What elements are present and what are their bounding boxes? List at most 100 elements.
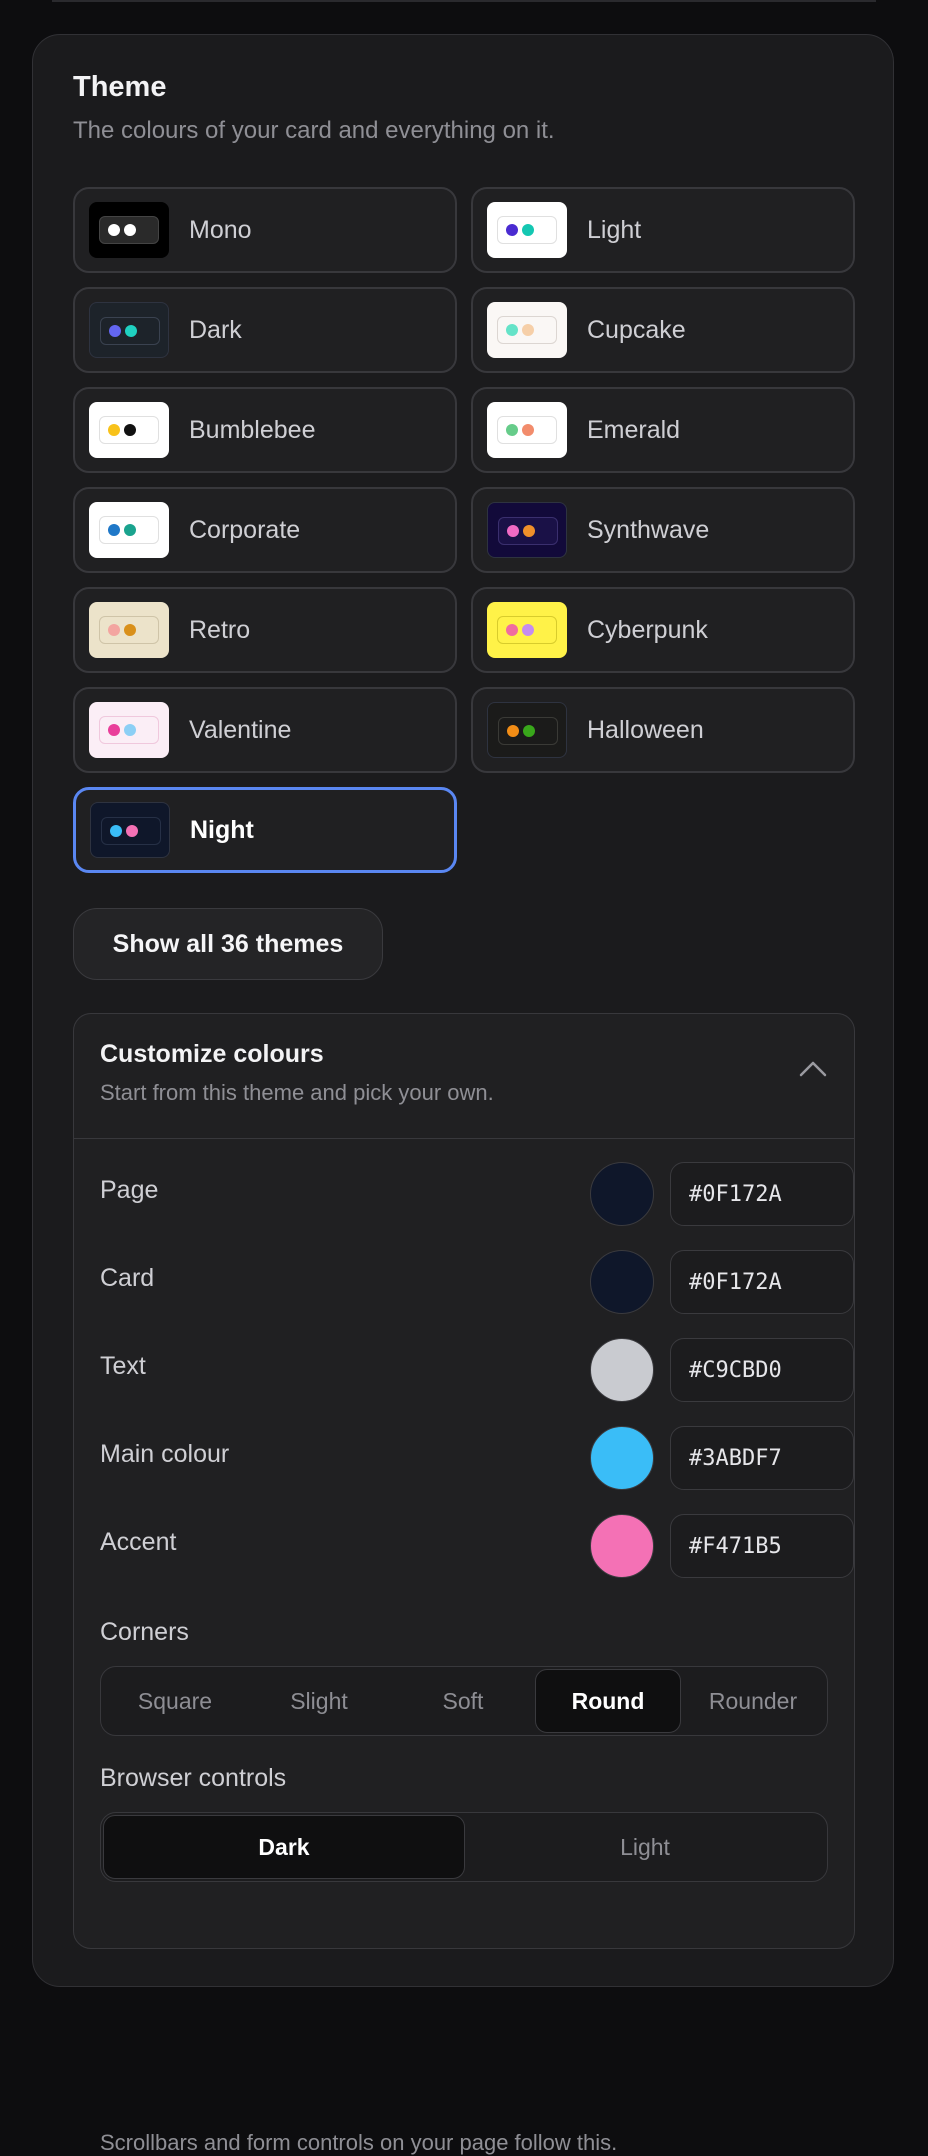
theme-preview-frame — [99, 716, 159, 744]
theme-option-cupcake[interactable]: Cupcake — [471, 287, 855, 373]
secondary-colour-dot — [522, 324, 534, 336]
theme-option-emerald[interactable]: Emerald — [471, 387, 855, 473]
corners-option-round[interactable]: Round — [535, 1669, 681, 1733]
theme-preview-swatch — [89, 502, 169, 558]
chevron-up-icon[interactable] — [798, 1058, 828, 1078]
theme-option-corporate[interactable]: Corporate — [73, 487, 457, 573]
primary-colour-dot — [108, 724, 120, 736]
page-colour-picker[interactable] — [590, 1162, 654, 1226]
theme-preview-swatch — [89, 702, 169, 758]
theme-option-label: Cupcake — [587, 315, 686, 344]
colour-row-accent: Accent #F471B5 — [100, 1514, 854, 1578]
secondary-colour-dot — [124, 524, 136, 536]
browser-controls-option-light[interactable]: Light — [465, 1815, 825, 1879]
theme-preview-frame — [497, 216, 557, 244]
primary-colour-dot — [506, 224, 518, 236]
theme-option-label: Light — [587, 215, 642, 244]
theme-option-bumblebee[interactable]: Bumblebee — [73, 387, 457, 473]
accent-hex-input[interactable]: #F471B5 — [670, 1514, 854, 1578]
corners-option-soft[interactable]: Soft — [391, 1669, 535, 1733]
theme-option-label: Dark — [189, 315, 242, 344]
theme-option-light[interactable]: Light — [471, 187, 855, 273]
theme-preview-frame — [99, 216, 159, 244]
secondary-colour-dot — [124, 624, 136, 636]
primary-colour-dot — [108, 624, 120, 636]
secondary-colour-dot — [522, 224, 534, 236]
colour-row-text: Text #C9CBD0 — [100, 1338, 854, 1402]
corners-option-rounder[interactable]: Rounder — [681, 1669, 825, 1733]
theme-preview-swatch — [90, 802, 170, 858]
theme-option-label: Synthwave — [587, 515, 710, 544]
browser-controls-label: Browser controls — [100, 1764, 287, 1792]
primary-colour-dot — [110, 825, 122, 837]
theme-option-label: Valentine — [189, 715, 292, 744]
theme-option-halloween[interactable]: Halloween — [471, 687, 855, 773]
corners-option-square[interactable]: Square — [103, 1669, 247, 1733]
card-hex-input[interactable]: #0F172A — [670, 1250, 854, 1314]
theme-grid: Mono Light Dark Cupcake Bumblebee Emerald Corp… — [73, 187, 855, 873]
main-colour-colour-picker[interactable] — [590, 1426, 654, 1490]
theme-title: Theme — [73, 71, 167, 103]
secondary-colour-dot — [523, 525, 535, 537]
colour-label: Page — [100, 1176, 159, 1204]
theme-subtitle: The colours of your card and everything … — [73, 117, 555, 144]
text-hex-input[interactable]: #C9CBD0 — [670, 1338, 854, 1402]
corners-selector: Square Slight Soft Round Rounder — [100, 1666, 828, 1736]
browser-controls-note: Scrollbars and form controls on your pag… — [100, 2130, 618, 2155]
secondary-colour-dot — [523, 725, 535, 737]
theme-option-label: Cyberpunk — [587, 615, 708, 644]
card-colour-picker[interactable] — [590, 1250, 654, 1314]
secondary-colour-dot — [126, 825, 138, 837]
primary-colour-dot — [108, 224, 120, 236]
theme-option-label: Mono — [189, 215, 252, 244]
theme-preview-swatch — [89, 202, 169, 258]
text-colour-picker[interactable] — [590, 1338, 654, 1402]
theme-option-label: Halloween — [587, 715, 704, 744]
theme-option-label: Corporate — [189, 515, 301, 544]
theme-panel: Theme The colours of your card and every… — [32, 34, 894, 2155]
secondary-colour-dot — [522, 624, 534, 636]
theme-option-valentine[interactable]: Valentine — [73, 687, 457, 773]
theme-option-mono[interactable]: Mono — [73, 187, 457, 273]
theme-preview-frame — [99, 416, 159, 444]
customize-title: Customize colours — [100, 1040, 324, 1068]
show-all-themes-button[interactable]: Show all 36 themes — [73, 908, 383, 980]
theme-preview-swatch — [487, 302, 567, 358]
theme-option-retro[interactable]: Retro — [73, 587, 457, 673]
colour-row-page: Page #0F172A — [100, 1162, 854, 1226]
page-hex-input[interactable]: #0F172A — [670, 1162, 854, 1226]
customize-colours-toggle[interactable]: Customize colours Start from this theme … — [74, 1014, 854, 1139]
theme-option-dark[interactable]: Dark — [73, 287, 457, 373]
corners-option-slight[interactable]: Slight — [247, 1669, 391, 1733]
colour-label: Accent — [100, 1528, 177, 1556]
theme-option-night[interactable]: Night — [73, 787, 457, 873]
theme-preview-frame — [101, 817, 161, 845]
colour-label: Text — [100, 1352, 146, 1380]
theme-preview-swatch — [487, 502, 567, 558]
main-colour-hex-input[interactable]: #3ABDF7 — [670, 1426, 854, 1490]
theme-option-label: Night — [190, 815, 254, 844]
corners-label: Corners — [100, 1618, 189, 1646]
browser-controls-option-dark[interactable]: Dark — [103, 1815, 465, 1879]
theme-preview-frame — [498, 717, 558, 745]
theme-option-synthwave[interactable]: Synthwave — [471, 487, 855, 573]
theme-preview-swatch — [89, 602, 169, 658]
theme-preview-frame — [497, 416, 557, 444]
secondary-colour-dot — [522, 424, 534, 436]
primary-colour-dot — [507, 525, 519, 537]
accent-colour-picker[interactable] — [590, 1514, 654, 1578]
theme-preview-frame — [100, 317, 160, 345]
customize-colours-section: Customize colours Start from this theme … — [73, 1013, 855, 2155]
colour-label: Card — [100, 1264, 155, 1292]
primary-colour-dot — [506, 324, 518, 336]
theme-preview-swatch — [89, 302, 169, 358]
secondary-colour-dot — [124, 724, 136, 736]
colour-label: Main colour — [100, 1440, 230, 1468]
browser-controls-selector: Dark Light — [100, 1812, 828, 1882]
primary-colour-dot — [108, 424, 120, 436]
theme-preview-frame — [99, 516, 159, 544]
theme-preview-swatch — [487, 602, 567, 658]
theme-option-cyberpunk[interactable]: Cyberpunk — [471, 587, 855, 673]
theme-preview-frame — [497, 616, 557, 644]
secondary-colour-dot — [124, 224, 136, 236]
